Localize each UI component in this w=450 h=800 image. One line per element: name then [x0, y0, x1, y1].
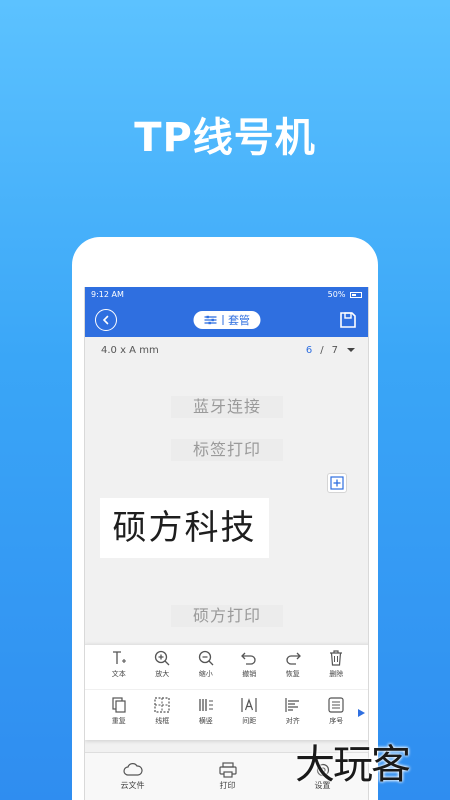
cloud-icon — [122, 763, 143, 776]
sliders-icon — [204, 315, 216, 324]
info-row: 4.0 x A mm 6 / 7 — [85, 339, 368, 361]
app-bar: 套管 — [85, 302, 368, 337]
zoom-out-icon — [198, 650, 214, 666]
align-left-icon — [285, 698, 299, 712]
status-battery: 50% — [328, 290, 362, 299]
zoom-in-icon — [155, 650, 170, 666]
edit-toolbar: 文本 放大 缩小 撤销 恢复 删除 重复 线框 横竖 间距 对齐 序号 — [85, 644, 368, 740]
border-icon — [154, 697, 170, 713]
status-time: 9:12 AM — [91, 290, 124, 299]
vertical-lines-icon — [199, 699, 213, 711]
delete-tool[interactable]: 删除 — [315, 649, 359, 689]
current-page: 6 — [305, 344, 313, 356]
suite-label: 套管 — [228, 313, 250, 327]
serial-number-tool[interactable]: 序号 — [315, 696, 359, 735]
text-tool[interactable]: 文本 — [97, 649, 141, 689]
toolbar-row-1: 文本 放大 缩小 撤销 恢复 删除 — [85, 645, 368, 689]
pill-divider — [222, 314, 223, 325]
spacing-tool[interactable]: 间距 — [228, 696, 272, 735]
suite-selector[interactable]: 套管 — [193, 310, 260, 329]
selected-text-element[interactable]: 硕方科技 — [100, 498, 269, 558]
save-button[interactable] — [338, 310, 358, 330]
toolbar-row-2: 重复 线框 横竖 间距 对齐 序号 — [85, 689, 368, 735]
border-tool[interactable]: 线框 — [141, 696, 185, 735]
promo-title: TP线号机 — [134, 115, 316, 161]
status-bar: 9:12 AM 50% — [85, 287, 368, 302]
label-size: 4.0 x A mm — [101, 344, 159, 356]
redo-tool[interactable]: 恢复 — [271, 649, 315, 689]
app-screen: 9:12 AM 50% 套管 4.0 x A mm 6 / 7 蓝牙连接 标签打… — [84, 287, 369, 800]
label-item[interactable]: 硕方打印 — [171, 605, 283, 627]
add-element-button[interactable] — [327, 473, 347, 493]
orientation-tool[interactable]: 横竖 — [184, 696, 228, 735]
spacing-icon — [241, 698, 257, 712]
printer-icon — [218, 762, 237, 778]
caret-down-icon — [347, 348, 355, 352]
undo-tool[interactable]: 撤销 — [228, 649, 272, 689]
battery-icon — [350, 291, 362, 298]
copy-icon — [112, 697, 126, 713]
label-item[interactable]: 蓝牙连接 — [171, 396, 283, 418]
page-separator: / — [320, 344, 324, 356]
chevron-left-icon — [102, 315, 109, 324]
watermark-logo: 大玩客 — [295, 742, 411, 788]
duplicate-tool[interactable]: 重复 — [97, 696, 141, 735]
nav-cloud-files[interactable]: 云文件 — [85, 753, 180, 800]
page-selector[interactable]: 6 / 7 — [306, 345, 356, 356]
label-item[interactable]: 标签打印 — [171, 439, 283, 461]
undo-icon — [241, 652, 256, 665]
zoom-in-tool[interactable]: 放大 — [141, 649, 185, 689]
text-add-icon — [112, 651, 126, 664]
battery-percent: 50% — [327, 290, 346, 299]
align-tool[interactable]: 对齐 — [271, 696, 315, 735]
total-pages: 7 — [331, 344, 338, 356]
save-icon — [340, 311, 356, 328]
nav-print[interactable]: 打印 — [180, 753, 275, 800]
redo-icon — [286, 652, 301, 665]
label-canvas[interactable]: 蓝牙连接 标签打印 硕方科技 硕方打印 — [85, 361, 368, 651]
plus-square-icon — [330, 476, 344, 490]
trash-icon — [330, 650, 343, 666]
numbered-list-icon — [328, 697, 344, 713]
more-tools-arrow[interactable] — [358, 709, 365, 717]
back-button[interactable] — [95, 308, 117, 331]
zoom-out-tool[interactable]: 缩小 — [184, 649, 228, 689]
